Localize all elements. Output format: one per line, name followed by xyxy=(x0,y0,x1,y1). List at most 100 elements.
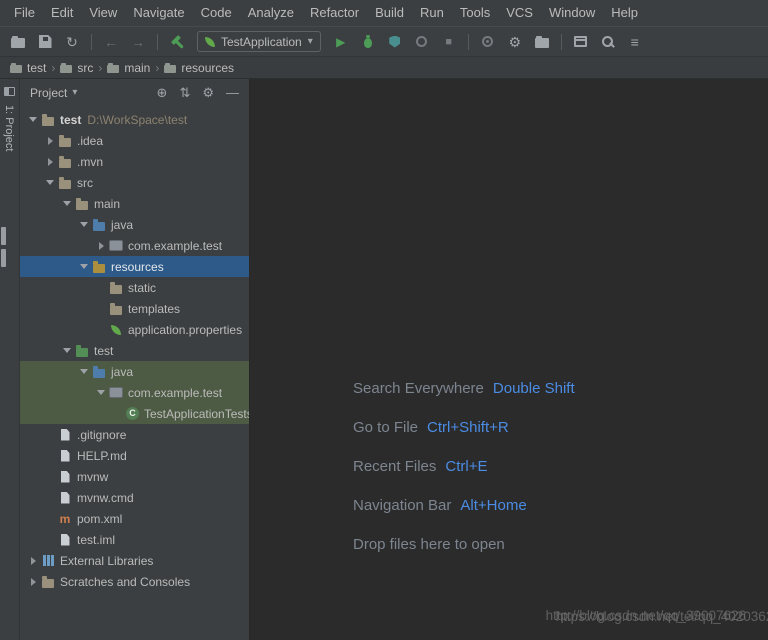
run-with-coverage-icon[interactable] xyxy=(383,31,407,53)
tree-node[interactable]: templates xyxy=(20,298,249,319)
shortcut-hints: Search Everywhere Double Shift Go to File C… xyxy=(353,369,575,564)
folder-icon xyxy=(164,62,177,73)
tree-node[interactable]: External Libraries xyxy=(20,550,249,571)
tree-node[interactable]: .gitignore xyxy=(20,424,249,445)
tree-node[interactable]: main xyxy=(20,193,249,214)
locate-file-icon[interactable]: ⊕ xyxy=(157,85,168,101)
expander-icon[interactable] xyxy=(77,222,91,227)
tree-node[interactable]: mvnw.cmd xyxy=(20,487,249,508)
tree-node[interactable]: java xyxy=(20,361,249,382)
shortcut-hint-line: Go to File Ctrl+Shift+R xyxy=(353,408,575,447)
toolbar: ↻ ← → TestApplication ▾ ▶ ■ ⚙ ≡ xyxy=(0,27,768,57)
run-configuration-select[interactable]: TestApplication ▾ xyxy=(197,31,321,52)
window-icon[interactable] xyxy=(569,31,593,53)
tree-node[interactable]: .mvn xyxy=(20,151,249,172)
tree-node[interactable]: static xyxy=(20,277,249,298)
menu-vcs[interactable]: VCS xyxy=(498,0,541,26)
menu-code[interactable]: Code xyxy=(193,0,240,26)
expander-icon[interactable] xyxy=(26,117,40,122)
tree-node[interactable]: com.example.test xyxy=(20,235,249,256)
expander-icon[interactable] xyxy=(60,348,74,353)
folder-icon xyxy=(107,62,120,73)
tree-node[interactable]: Scratches and Consoles xyxy=(20,571,249,592)
menu-window[interactable]: Window xyxy=(541,0,603,26)
shortcut-hint-line: Search Everywhere Double Shift xyxy=(353,369,575,408)
stop-icon[interactable]: ■ xyxy=(437,31,461,53)
tree-node[interactable]: HELP.md xyxy=(20,445,249,466)
expand-collapse-icon[interactable]: ⇅ xyxy=(179,85,190,101)
structure-folder-glyph xyxy=(534,35,549,48)
menu-help[interactable]: Help xyxy=(603,0,646,26)
shortcut-label: Recent Files xyxy=(353,458,437,475)
debug-icon[interactable] xyxy=(356,31,380,53)
breadcrumb-item-resources[interactable]: resources xyxy=(164,61,234,75)
settings-gear-icon[interactable]: ⚙ xyxy=(503,31,527,53)
expander-icon[interactable] xyxy=(77,264,91,269)
build-icon[interactable] xyxy=(165,31,189,53)
expander-icon[interactable] xyxy=(43,158,57,166)
tree-node[interactable]: resources xyxy=(20,256,249,277)
menu-tools[interactable]: Tools xyxy=(452,0,498,26)
save-icon[interactable] xyxy=(33,31,57,53)
attach-debugger-icon[interactable] xyxy=(476,31,500,53)
expander-icon[interactable] xyxy=(26,578,40,586)
tree-node[interactable]: application.properties xyxy=(20,319,249,340)
forward-glyph: → xyxy=(131,33,145,50)
forward-icon[interactable]: → xyxy=(126,31,150,53)
menu-file[interactable]: File xyxy=(6,0,43,26)
project-view-dropdown[interactable]: Project ▾ xyxy=(30,86,77,100)
tree-node[interactable]: C TestApplicationTests xyxy=(20,403,249,424)
expander-icon[interactable] xyxy=(43,180,57,185)
package-icon xyxy=(109,386,123,400)
menu-navigate[interactable]: Navigate xyxy=(125,0,192,26)
project-structure-icon[interactable] xyxy=(530,31,554,53)
search-everywhere-icon[interactable] xyxy=(596,31,620,53)
sync-icon[interactable]: ↻ xyxy=(60,31,84,53)
spring-icon xyxy=(109,323,123,337)
tree-node[interactable]: src xyxy=(20,172,249,193)
menu-view[interactable]: View xyxy=(81,0,125,26)
back-icon[interactable]: ← xyxy=(99,31,123,53)
breadcrumb-item-main[interactable]: main xyxy=(107,61,150,75)
run-icon[interactable]: ▶ xyxy=(329,31,353,53)
gear-icon[interactable]: ⚙ xyxy=(202,85,214,101)
menu-run[interactable]: Run xyxy=(412,0,452,26)
expander-icon[interactable] xyxy=(94,390,108,395)
expander-icon[interactable] xyxy=(26,557,40,565)
tree-node[interactable]: .idea xyxy=(20,130,249,151)
expander-icon[interactable] xyxy=(77,369,91,374)
tree-node[interactable]: test D:\WorkSpace\test xyxy=(20,109,249,130)
tree-node[interactable]: m pom.xml xyxy=(20,508,249,529)
tree-node[interactable]: java xyxy=(20,214,249,235)
open-icon[interactable] xyxy=(6,31,30,53)
splitter-handle[interactable] xyxy=(1,227,6,245)
save-glyph xyxy=(38,35,52,48)
folder-icon xyxy=(75,197,89,211)
breadcrumb-item-test[interactable]: test xyxy=(10,61,46,75)
project-tool-button[interactable]: 1: Project xyxy=(3,105,15,151)
structure-view-icon[interactable]: ≡ xyxy=(623,31,647,53)
toolbar-separator xyxy=(157,33,158,50)
circle-dot-glyph xyxy=(482,36,494,47)
tree-node[interactable]: com.example.test xyxy=(20,382,249,403)
tool-window-icon[interactable] xyxy=(4,87,15,96)
tree-node[interactable]: test.iml xyxy=(20,529,249,550)
editor-area[interactable]: Search Everywhere Double Shift Go to File C… xyxy=(250,79,768,640)
hide-panel-icon[interactable]: — xyxy=(226,85,239,100)
menu-refactor[interactable]: Refactor xyxy=(302,0,367,26)
breadcrumb-label: main xyxy=(124,60,151,75)
expander-icon[interactable] xyxy=(94,242,108,250)
expander-icon[interactable] xyxy=(60,201,74,206)
breadcrumb-item-src[interactable]: src xyxy=(60,61,93,75)
splitter-handle[interactable] xyxy=(1,249,6,267)
run-glyph: ▶ xyxy=(336,34,346,49)
tree-node[interactable]: mvnw xyxy=(20,466,249,487)
node-label: static xyxy=(128,280,157,295)
tree-node[interactable]: test xyxy=(20,340,249,361)
project-view-label: Project xyxy=(30,85,68,100)
profiler-icon[interactable] xyxy=(410,31,434,53)
menu-build[interactable]: Build xyxy=(367,0,412,26)
expander-icon[interactable] xyxy=(43,137,57,145)
menu-analyze[interactable]: Analyze xyxy=(240,0,302,26)
menu-edit[interactable]: Edit xyxy=(43,0,81,26)
